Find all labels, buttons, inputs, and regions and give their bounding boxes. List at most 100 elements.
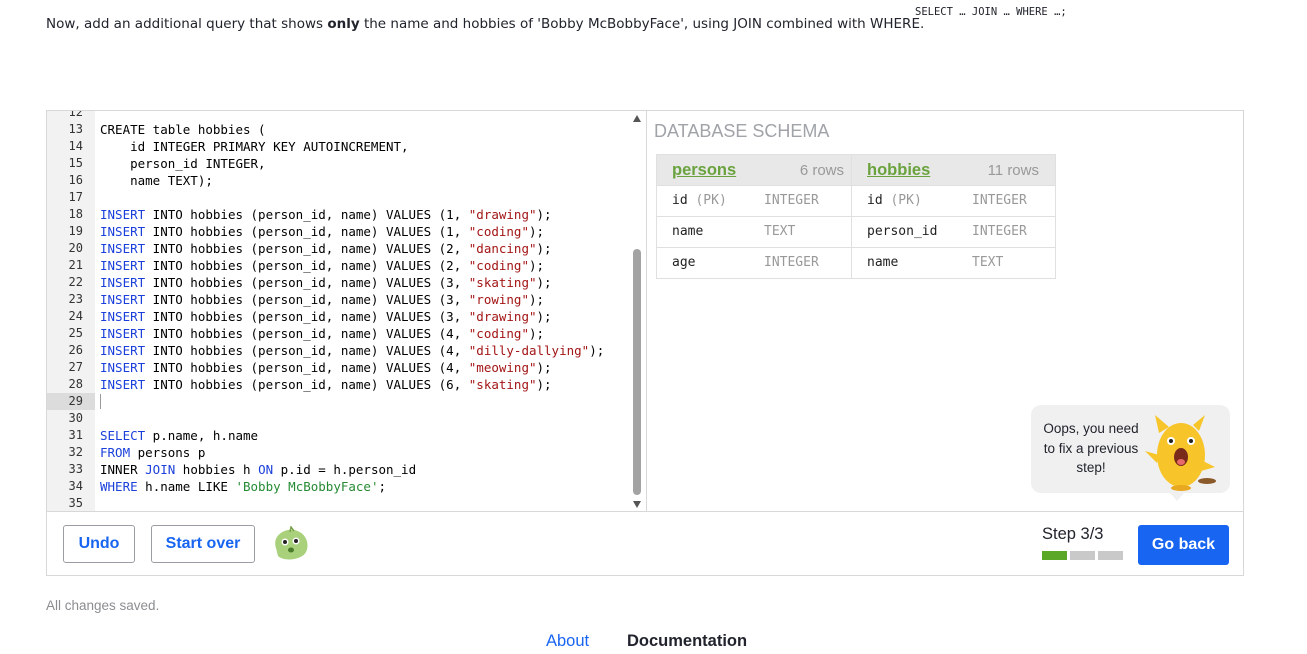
- schema-column-name: name: [672, 224, 703, 239]
- hint-code: SELECT … JOIN … WHERE …;: [915, 6, 1067, 18]
- code-token: INTO hobbies (person_id, name) VALUES (3…: [145, 292, 469, 307]
- line-number: 23: [68, 292, 83, 306]
- schema-title: DATABASE SCHEMA: [654, 121, 830, 141]
- code-token: SELECT: [100, 428, 146, 443]
- code-line[interactable]: 25 INSERT INTO hobbies (person_id, name) …: [47, 325, 633, 342]
- instruction-suffix: the name and hobbies of 'Bobby McBobbyFa…: [359, 16, 925, 32]
- yellow-monster-icon: [1145, 415, 1216, 491]
- code-line[interactable]: 23 INSERT INTO hobbies (person_id, name) …: [47, 291, 633, 308]
- schema-column-name-text: age: [672, 255, 696, 270]
- code-line[interactable]: 17: [47, 189, 633, 206]
- code-line[interactable]: 18 INSERT INTO hobbies (person_id, name) …: [47, 206, 633, 223]
- primary-key-marker: (PK): [890, 193, 922, 208]
- code-line[interactable]: 30: [47, 410, 633, 427]
- scroll-thumb[interactable]: [633, 249, 641, 495]
- code-text: INNER JOIN hobbies h ON p.id = h.person_…: [100, 461, 416, 478]
- scroll-up-arrow-icon[interactable]: [633, 115, 641, 122]
- code-text: CREATE table hobbies (: [100, 121, 266, 138]
- code-token: id INTEGER PRIMARY KEY AUTOINCREMENT,: [100, 139, 409, 154]
- tip-bubble: Oops, you need to fix a previous step!: [1031, 405, 1230, 501]
- code-text: INSERT INTO hobbies (person_id, name) VA…: [100, 308, 552, 325]
- tip-message: Oops, you need to fix a previous step!: [1043, 421, 1139, 475]
- line-number: 27: [68, 360, 83, 374]
- code-editor[interactable]: 12 13 CREATE table hobbies (14 id INTEGER …: [47, 111, 647, 511]
- schema-table-name-link[interactable]: persons: [672, 161, 736, 180]
- code-token: INTO hobbies (person_id, name) VALUES (6…: [145, 377, 469, 392]
- footer-link-documentation[interactable]: Documentation: [627, 632, 747, 651]
- scroll-down-arrow-icon[interactable]: [633, 501, 641, 508]
- code-text: INSERT INTO hobbies (person_id, name) VA…: [100, 342, 604, 359]
- schema-column-row: age INTEGER: [657, 247, 860, 278]
- code-line[interactable]: 35: [47, 495, 633, 511]
- code-token: "drawing": [468, 309, 537, 324]
- code-line[interactable]: 13 CREATE table hobbies (: [47, 121, 633, 138]
- code-line[interactable]: 22 INSERT INTO hobbies (person_id, name) …: [47, 274, 633, 291]
- code-line[interactable]: 28 INSERT INTO hobbies (person_id, name) …: [47, 376, 633, 393]
- code-line[interactable]: 33 INNER JOIN hobbies h ON p.id = h.perso…: [47, 461, 633, 478]
- schema-table-row-count: 11 rows: [987, 162, 1039, 179]
- line-number: 26: [68, 343, 83, 357]
- schema-column-type: TEXT: [972, 255, 1004, 270]
- code-token: INTO hobbies (person_id, name) VALUES (2…: [145, 241, 469, 256]
- line-number: 21: [68, 258, 83, 272]
- line-number: 29: [47, 393, 95, 410]
- instruction-emphasis: only: [327, 16, 360, 32]
- schema-column-name: name: [867, 255, 898, 270]
- line-number: 24: [68, 309, 83, 323]
- code-token: 'Bobby McBobbyFace': [235, 479, 379, 494]
- code-token: INSERT: [100, 309, 146, 324]
- instruction-text: Now, add an additional query that shows …: [46, 16, 924, 32]
- code-line[interactable]: 16 name TEXT);: [47, 172, 633, 189]
- primary-key-marker: (PK): [695, 193, 727, 208]
- code-text: INSERT INTO hobbies (person_id, name) VA…: [100, 376, 552, 393]
- editor-scrollbar[interactable]: [630, 111, 644, 511]
- save-status: All changes saved.: [46, 598, 160, 613]
- code-line[interactable]: 19 INSERT INTO hobbies (person_id, name) …: [47, 223, 633, 240]
- code-token: h.name LIKE: [137, 479, 236, 494]
- code-text: INSERT INTO hobbies (person_id, name) VA…: [100, 291, 544, 308]
- schema-column-name-text: person_id: [867, 224, 938, 239]
- code-line[interactable]: 26 INSERT INTO hobbies (person_id, name) …: [47, 342, 633, 359]
- line-number: 33: [68, 462, 83, 476]
- code-line[interactable]: 31 SELECT p.name, h.name: [47, 427, 633, 444]
- code-line[interactable]: 14 id INTEGER PRIMARY KEY AUTOINCREMENT,: [47, 138, 633, 155]
- code-line[interactable]: 20 INSERT INTO hobbies (person_id, name) …: [47, 240, 633, 257]
- code-token: );: [589, 343, 605, 358]
- code-token: );: [536, 309, 552, 324]
- line-number: 28: [68, 377, 83, 391]
- code-line[interactable]: 24 INSERT INTO hobbies (person_id, name) …: [47, 308, 633, 325]
- database-schema-panel: DATABASE SCHEMA persons 6 rows id (PK) INTE…: [647, 111, 1244, 511]
- schema-column-name-text: id: [867, 193, 883, 208]
- code-line[interactable]: 21 INSERT INTO hobbies (person_id, name) …: [47, 257, 633, 274]
- code-token: "dilly-dallying": [468, 343, 590, 358]
- code-line[interactable]: 27 INSERT INTO hobbies (person_id, name) …: [47, 359, 633, 376]
- undo-button[interactable]: Undo: [63, 525, 135, 563]
- schema-column-name: person_id: [867, 224, 937, 239]
- workspace: 12 13 CREATE table hobbies (14 id INTEGER …: [46, 110, 1244, 576]
- footer-link-about[interactable]: About: [546, 632, 589, 651]
- code-text: INSERT INTO hobbies (person_id, name) VA…: [100, 325, 544, 342]
- code-line[interactable]: 34 WHERE h.name LIKE 'Bobby McBobbyFace';: [47, 478, 633, 495]
- code-line[interactable]: 15 person_id INTEGER,: [47, 155, 633, 172]
- step-progress-segment: [1098, 551, 1123, 560]
- line-number: 19: [68, 224, 83, 238]
- code-token: INTO hobbies (person_id, name) VALUES (4…: [145, 360, 469, 375]
- code-token: "skating": [468, 275, 537, 290]
- code-token: person_id INTEGER,: [100, 156, 266, 171]
- code-token: "dancing": [468, 241, 537, 256]
- start-over-button[interactable]: Start over: [151, 525, 255, 563]
- code-line[interactable]: 29: [47, 393, 633, 410]
- go-back-button[interactable]: Go back: [1138, 525, 1229, 565]
- code-token: );: [536, 275, 552, 290]
- code-line[interactable]: 32 FROM persons p: [47, 444, 633, 461]
- text-cursor: [100, 394, 101, 409]
- code-token: "meowing": [468, 360, 537, 375]
- code-token: );: [528, 258, 545, 273]
- schema-table-header: hobbies 11 rows: [852, 155, 1055, 185]
- code-token: INSERT: [100, 360, 146, 375]
- schema-column-type: INTEGER: [764, 255, 819, 270]
- code-line[interactable]: 12: [47, 111, 633, 121]
- step-progress-segment: [1070, 551, 1095, 560]
- schema-column-row: name TEXT: [657, 216, 860, 247]
- schema-table-name-link[interactable]: hobbies: [867, 161, 930, 180]
